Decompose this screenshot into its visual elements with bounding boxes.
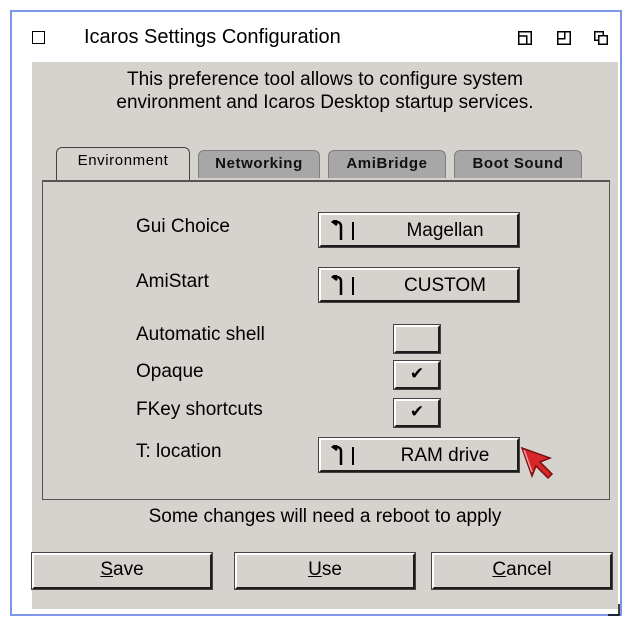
use-button[interactable]: Use xyxy=(234,552,416,590)
close-icon[interactable] xyxy=(32,31,45,44)
t-location-value: RAM drive xyxy=(400,445,490,466)
settings-window: Icaros Settings Configuration This prefe… xyxy=(10,10,622,616)
tab-environment[interactable]: Environment xyxy=(56,147,190,180)
opaque-label: Opaque xyxy=(136,361,204,382)
t-location-label: T: location xyxy=(136,441,222,462)
fkey-shortcuts-checkbox[interactable]: ✔ xyxy=(393,398,441,428)
window-content: This preference tool allows to configure… xyxy=(31,62,618,609)
automatic-shell-label: Automatic shell xyxy=(136,324,265,345)
amistart-cycle[interactable]: CUSTOM xyxy=(318,267,520,303)
cycle-icon xyxy=(330,220,354,240)
cancel-button[interactable]: Cancel xyxy=(431,552,613,590)
zoom-icon[interactable] xyxy=(557,31,571,45)
use-hotkey: U xyxy=(308,559,322,580)
use-label-rest: se xyxy=(321,559,342,580)
resize-icon[interactable] xyxy=(608,604,620,616)
save-hotkey: S xyxy=(100,559,114,580)
status-text: Some changes will need a reboot to apply xyxy=(148,506,502,527)
cycle-icon xyxy=(330,445,354,465)
tab-amibridge[interactable]: AmiBridge xyxy=(328,150,446,178)
iconify-icon[interactable] xyxy=(518,31,532,45)
depth-icon[interactable] xyxy=(594,31,608,45)
checkmark-icon: ✔ xyxy=(409,402,425,422)
save-button[interactable]: Save xyxy=(31,552,213,590)
cancel-hotkey: C xyxy=(492,559,507,580)
cycle-icon xyxy=(330,275,354,295)
automatic-shell-checkbox[interactable] xyxy=(393,324,441,354)
checkmark-icon: ✔ xyxy=(409,364,425,384)
t-location-cycle[interactable]: RAM drive xyxy=(318,437,520,473)
amistart-value: CUSTOM xyxy=(404,275,486,296)
tab-boot-sound[interactable]: Boot Sound xyxy=(454,150,582,178)
fkey-shortcuts-label: FKey shortcuts xyxy=(136,399,263,420)
save-label-rest: ave xyxy=(113,559,144,580)
window-title: Icaros Settings Configuration xyxy=(84,26,341,48)
tab-networking[interactable]: Networking xyxy=(198,150,320,178)
cancel-label-rest: ancel xyxy=(506,559,552,580)
gui-choice-value: Magellan xyxy=(406,220,484,241)
intro-text: This preference tool allows to configure… xyxy=(32,68,618,114)
gui-choice-cycle[interactable]: Magellan xyxy=(318,212,520,248)
intro-line-1: This preference tool allows to configure… xyxy=(126,69,523,90)
title-bar[interactable]: Icaros Settings Configuration xyxy=(12,12,620,57)
amistart-label: AmiStart xyxy=(136,271,209,292)
gui-choice-label: Gui Choice xyxy=(136,216,230,237)
opaque-checkbox[interactable]: ✔ xyxy=(393,360,441,390)
mouse-pointer-icon xyxy=(520,446,554,480)
intro-line-2: environment and Icaros Desktop startup s… xyxy=(116,92,534,113)
